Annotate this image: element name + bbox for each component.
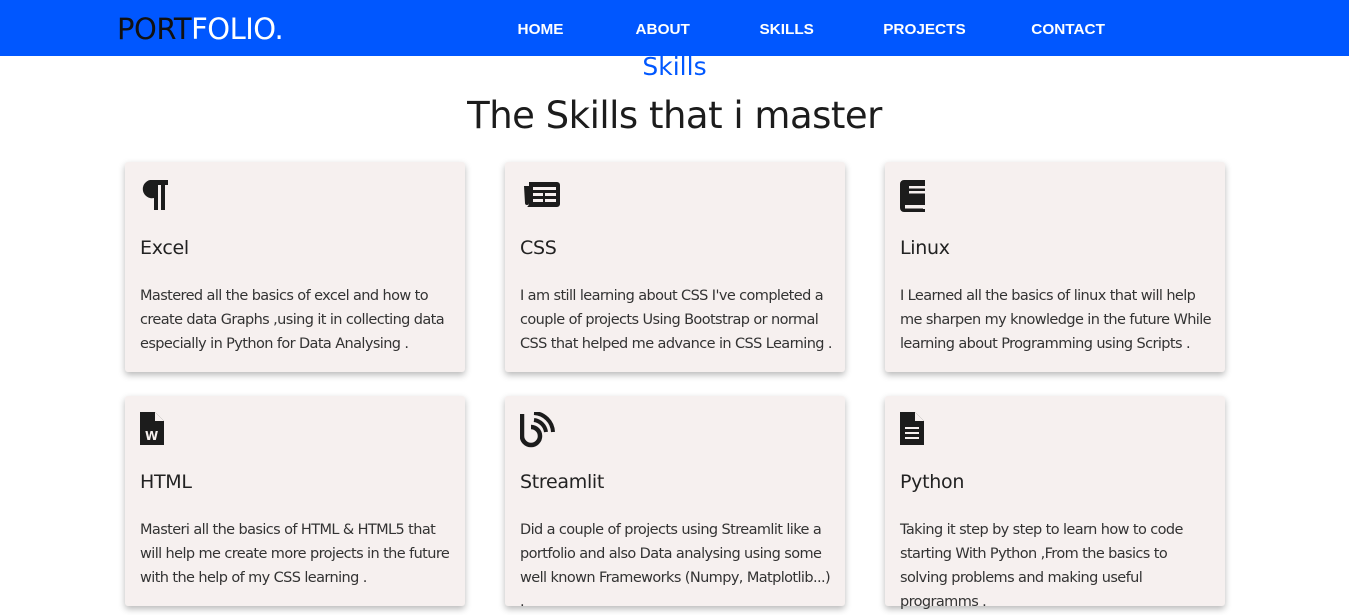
skill-name: Linux (900, 237, 950, 259)
logo-part-dark: PORT (117, 12, 192, 46)
skill-description: Mastered all the basics of excel and how… (140, 288, 445, 352)
skill-card-css: CSS I am still learning about CSS I've c… (505, 162, 845, 372)
newspaper-icon (520, 178, 560, 214)
logo[interactable]: PORTFOLIO. (117, 11, 284, 47)
skill-description: I Learned all the basics of linux that w… (900, 288, 1212, 352)
logo-part-light: FOLIO. (191, 12, 284, 46)
nav-link-home[interactable]: HOME (518, 20, 564, 40)
skill-card-linux: Linux I Learned all the basics of linux … (885, 162, 1225, 372)
skill-card-streamlit: Streamlit Did a couple of projects using… (505, 396, 845, 610)
nav-link-skills[interactable]: SKILLS (759, 20, 813, 40)
skill-card-excel: Excel Mastered all the basics of excel a… (125, 162, 465, 372)
section-title: The Skills that i master (467, 94, 882, 137)
svg-text:W: W (145, 429, 158, 443)
skill-name: Excel (140, 237, 189, 259)
skill-description: Masteri all the basics of HTML & HTML5 t… (140, 522, 450, 586)
word-file-icon: W (140, 412, 180, 448)
navbar: PORTFOLIO. HOME ABOUT SKILLS PROJECTS CO… (0, 0, 1349, 56)
skill-description: Taking it step by step to learn how to c… (900, 522, 1183, 610)
skill-name: Python (900, 471, 965, 493)
book-icon (900, 178, 940, 214)
skill-name: Streamlit (520, 471, 605, 493)
nav-link-about[interactable]: ABOUT (635, 20, 689, 40)
nav-link-contact[interactable]: CONTACT (1031, 20, 1105, 40)
skill-name: CSS (520, 237, 557, 259)
skill-name: HTML (140, 471, 192, 493)
file-text-icon (900, 412, 940, 448)
skill-card-html: W HTML Masteri all the basics of HTML & … (125, 396, 465, 606)
skill-description: I am still learning about CSS I've compl… (520, 288, 833, 352)
section-subtitle: Skills (642, 52, 707, 81)
skill-card-python: Python Taking it step by step to learn h… (885, 396, 1225, 610)
paragraph-icon (140, 178, 180, 214)
skill-description: Did a couple of projects using Streamlit… (520, 522, 831, 610)
nav-link-projects[interactable]: PROJECTS (883, 20, 965, 40)
blog-icon (519, 411, 560, 448)
